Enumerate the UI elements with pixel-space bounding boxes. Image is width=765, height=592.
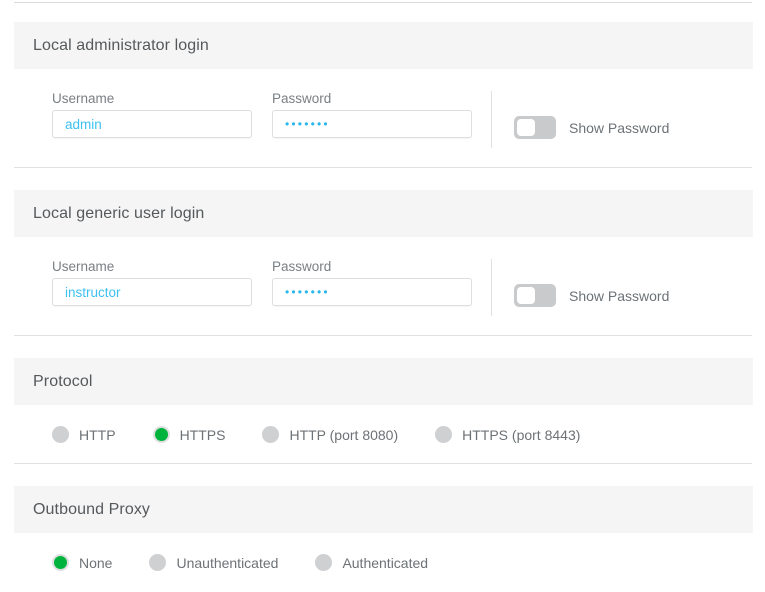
show-password-toggle-group: Show Password (514, 116, 669, 139)
radio-option-none[interactable]: None (52, 554, 112, 571)
radio-label: HTTP (79, 426, 116, 443)
show-password-toggle[interactable] (514, 116, 556, 139)
show-password-toggle-group: Show Password (514, 284, 669, 307)
section-title: Outbound Proxy (33, 500, 151, 518)
radio-option-unauthenticated[interactable]: Unauthenticated (149, 554, 278, 571)
radio-dot-selected-icon (52, 554, 69, 571)
section-title: Local generic user login (33, 204, 205, 222)
settings-form-page: Local administrator login Username Passw… (0, 0, 765, 592)
password-input[interactable] (272, 278, 472, 306)
show-password-label: Show Password (569, 119, 670, 136)
radio-option-https-port-8443[interactable]: HTTPS (port 8443) (435, 426, 580, 443)
radio-label: Unauthenticated (176, 554, 279, 571)
section-header-protocol: Protocol (14, 358, 753, 405)
password-input[interactable] (272, 110, 472, 138)
radio-option-http[interactable]: HTTP (52, 426, 116, 443)
username-input[interactable] (52, 278, 252, 306)
outbound-proxy-radio-group: None Unauthenticated Authenticated (52, 554, 428, 571)
section-title: Protocol (33, 372, 93, 390)
radio-label: HTTPS (port 8443) (462, 426, 581, 443)
username-label: Username (52, 259, 115, 274)
toggle-knob (517, 119, 535, 136)
section-divider (14, 463, 752, 464)
section-header-local-administrator-login: Local administrator login (14, 22, 753, 69)
section-divider (14, 335, 752, 336)
radio-dot-icon (149, 554, 167, 571)
radio-option-https[interactable]: HTTPS (152, 426, 226, 443)
username-label: Username (52, 91, 115, 106)
vertical-divider (491, 91, 492, 148)
protocol-radio-group: HTTP HTTPS HTTP (port 8080) HTTPS (port … (52, 426, 580, 443)
toggle-knob (517, 287, 535, 304)
radio-option-http-port-8080[interactable]: HTTP (port 8080) (262, 426, 398, 443)
vertical-divider (491, 259, 492, 316)
show-password-toggle[interactable] (514, 284, 556, 307)
radio-label: HTTPS (179, 426, 226, 443)
radio-dot-icon (52, 426, 69, 443)
radio-label: None (79, 554, 113, 571)
radio-label: Authenticated (342, 554, 429, 571)
top-divider (14, 2, 752, 3)
show-password-label: Show Password (569, 287, 670, 304)
radio-option-authenticated[interactable]: Authenticated (315, 554, 428, 571)
radio-dot-icon (262, 426, 280, 443)
radio-dot-icon (315, 554, 333, 571)
section-header-outbound-proxy: Outbound Proxy (14, 486, 753, 533)
section-divider (14, 167, 752, 168)
radio-dot-selected-icon (152, 426, 170, 443)
password-label: Password (272, 91, 332, 106)
radio-label: HTTP (port 8080) (289, 426, 399, 443)
section-header-local-generic-user-login: Local generic user login (14, 190, 753, 237)
radio-dot-icon (435, 426, 453, 443)
section-title: Local administrator login (33, 36, 209, 54)
password-label: Password (272, 259, 332, 274)
username-input[interactable] (52, 110, 252, 138)
